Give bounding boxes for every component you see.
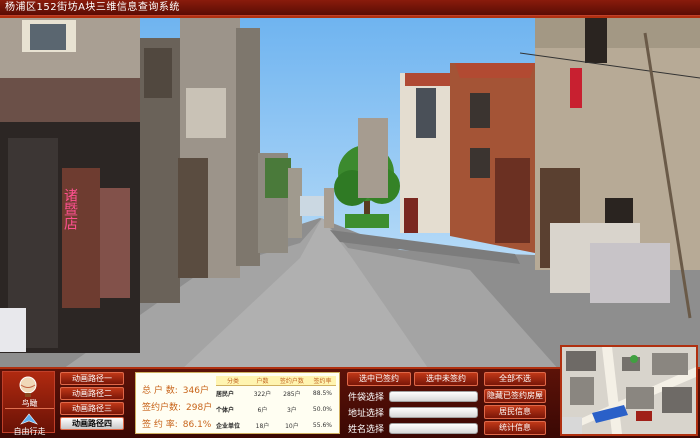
table-row: 企业单位 18户 10户 55.6% — [216, 418, 336, 434]
table-cell: 企业单位 — [216, 423, 241, 430]
anim-path-3-button[interactable]: 动画路径三 — [60, 402, 124, 415]
address-select-label: 地址选择 — [348, 409, 385, 419]
free-walk-label[interactable]: 自由行走 — [3, 426, 56, 437]
rate-label: 签 约 率: — [142, 420, 178, 430]
signed-households-line: 签约户数: 298户 — [142, 400, 212, 413]
table-header: 分类 — [216, 376, 251, 386]
deselect-all-button[interactable]: 全部不选 — [484, 372, 546, 386]
total-label: 总 户 数: — [142, 386, 178, 396]
table-cell: 10户 — [285, 423, 299, 430]
table-cell: 居民户 — [216, 391, 235, 399]
category-table: 分类 户数 签约户数 签约率 居民户 322户 285户 88.5% 个体户 6… — [216, 376, 336, 434]
table-cell: 55.6% — [312, 422, 332, 429]
table-cell: 3户 — [286, 407, 297, 414]
anim-path-2-button[interactable]: 动画路径二 — [60, 387, 124, 400]
stats-info-button[interactable]: 统计信息 — [484, 421, 546, 435]
table-cell: 6户 — [257, 407, 268, 414]
rate-value: 86.1% — [182, 420, 212, 430]
table-header: 签约率 — [308, 376, 336, 386]
table-cell: 88.5% — [312, 390, 332, 398]
minimap-graphic — [562, 347, 696, 434]
street-scene-graphic: 诸暨店 — [0, 18, 700, 367]
table-cell: 个体户 — [216, 407, 235, 414]
parcel-select-field[interactable] — [389, 391, 478, 402]
table-cell: 322户 — [253, 391, 272, 399]
address-select-field[interactable] — [389, 407, 478, 418]
signed-value: 298户 — [186, 403, 213, 413]
anim-path-4-button[interactable]: 动画路径四 — [60, 417, 124, 430]
table-row: 个体户 6户 3户 50.0% — [216, 402, 336, 418]
table-cell: 50.0% — [312, 406, 332, 413]
total-households-line: 总 户 数: 346户 — [142, 383, 209, 396]
title-bar: 杨浦区152街坊A块三维信息查询系统 — [0, 0, 700, 16]
sign-rate-line: 签 约 率: 86.1% — [142, 417, 211, 430]
table-row: 居民户 322户 285户 88.5% — [216, 386, 336, 402]
name-select-label: 姓名选择 — [348, 425, 385, 435]
balloon-icon[interactable] — [16, 376, 40, 398]
select-signed-button[interactable]: 选中已签约 — [347, 372, 411, 386]
name-select-field[interactable] — [389, 423, 478, 434]
hide-signed-button[interactable]: 隐藏已签约房屋 — [484, 389, 546, 403]
shop-sign: 诸暨店 — [62, 188, 78, 230]
table-header: 签约户数 — [274, 376, 309, 386]
table-cell: 18户 — [255, 423, 270, 430]
3d-street-view[interactable]: 诸暨店 — [0, 16, 700, 369]
anim-path-1-button[interactable]: 动画路径一 — [60, 372, 124, 385]
window-title: 杨浦区152街坊A块三维信息查询系统 — [5, 2, 180, 13]
resident-info-button[interactable]: 居民信息 — [484, 405, 546, 419]
mode-divider — [5, 408, 54, 409]
table-cell: 285户 — [283, 391, 301, 399]
table-header: 户数 — [250, 376, 275, 386]
select-unsigned-button[interactable]: 选中未签约 — [414, 372, 478, 386]
walk-plane-icon[interactable] — [19, 412, 39, 426]
minimap[interactable] — [560, 345, 698, 436]
total-value: 346户 — [182, 386, 209, 396]
view-mode-box: 鸟瞰 自由行走 — [2, 371, 55, 436]
stats-panel: 总 户 数: 346户 签约户数: 298户 签 约 率: 86.1% 分类 户数 签… — [135, 372, 340, 434]
parcel-select-label: 件袋选择 — [348, 393, 385, 403]
signed-label: 签约户数: — [142, 403, 182, 413]
